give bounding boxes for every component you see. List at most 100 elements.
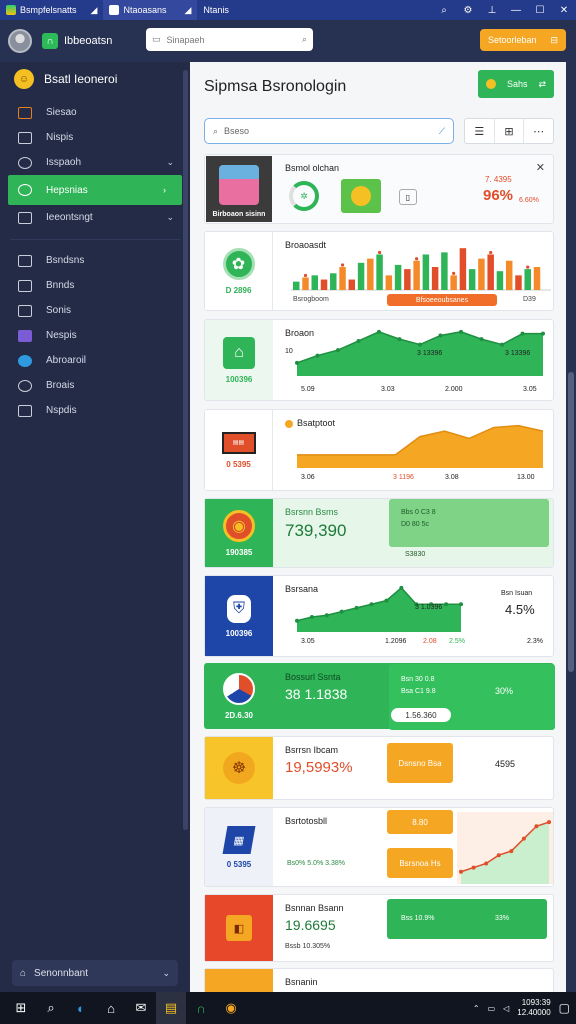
bar (524, 269, 531, 290)
sidebar-item-7[interactable]: Bnnds (0, 273, 190, 298)
orange-pill[interactable]: 8.80 (387, 810, 453, 834)
search-icon[interactable]: ⌕ (302, 34, 307, 45)
view-toggle: ☰ ⊞ ⋯ (464, 118, 554, 144)
card-2[interactable]: ✿ D 2896 Broaoasdt Bsrogboom Bfsoeeoubsa… (204, 231, 554, 311)
data-point (444, 602, 449, 607)
pin-icon[interactable]: ⊥ (480, 0, 504, 20)
more-icon[interactable]: ⋯ (524, 119, 553, 143)
card-10[interactable]: ◧ Bsnnan Bsann 19.6695 Bssb 10.305% Bss … (204, 894, 554, 962)
puzzle-icon (18, 329, 32, 342)
window-tab-2[interactable]: Ntaoasans ◢ (103, 0, 198, 20)
card-title: Bsnanin (285, 977, 318, 987)
stat-label: Bsn Isuan (501, 590, 533, 597)
card-5[interactable]: ◉ 190385 Bsrsnn Bsms 739,390 Bbs 0 C3 8 … (204, 498, 554, 568)
sidebar-item-label: Nspdis (46, 405, 77, 416)
sidebar-item-12[interactable]: Nspdis (0, 398, 190, 423)
windows-start-icon[interactable]: ⊞ (6, 992, 36, 1024)
grid-view-icon[interactable]: ⊞ (495, 119, 525, 143)
app-icon[interactable]: ∩ (186, 992, 216, 1024)
app-header: ∩ Ibbeoatsn ▭ Sinapaeh ⌕ Setoorleban ⊟ (0, 20, 576, 62)
bar (404, 269, 411, 290)
sidebar-item-2[interactable]: Nispis (0, 125, 190, 150)
sidebar-scrollbar[interactable] (183, 70, 188, 830)
orange-pill[interactable]: Dsnsno Bsa (387, 743, 453, 783)
info-box-footer: S3830 (405, 551, 426, 558)
bookmark-icon (18, 211, 32, 224)
card-11[interactable]: Bsnanin (204, 968, 554, 992)
maximize-button[interactable]: ☐ (528, 0, 552, 20)
network-icon[interactable]: ▭ (488, 1004, 496, 1013)
bar (311, 275, 318, 290)
settings-icon[interactable]: ⚙ (456, 0, 480, 20)
x-tick: 1.2096 (385, 638, 407, 645)
emblem-icon: ◧ (226, 915, 252, 941)
files-icon[interactable]: ▤ (156, 992, 186, 1024)
bar (413, 260, 420, 290)
list-view-icon[interactable]: ☰ (465, 119, 495, 143)
window-tab-1[interactable]: Bsmpfelsnatts ◢ (0, 0, 103, 20)
chevron-up-icon[interactable]: ⌃ (473, 1004, 480, 1013)
sidebar-item-5[interactable]: Ieeontsngt ⌄ (0, 205, 190, 230)
notification-icon[interactable]: ▢ (559, 1001, 570, 1015)
card-7[interactable]: 2D.6.30 Bossurl Ssnta 38 1.1838 Bsn 30 0… (204, 663, 555, 730)
sidebar-footer-button[interactable]: ⌂ Senonnbant ⌄ (12, 960, 178, 986)
sidebar-item-10[interactable]: Abroaroil (0, 348, 190, 373)
orange-pill[interactable]: Bsrsnoa Hs (387, 848, 453, 878)
building-icon: ⌂ (223, 336, 255, 369)
sidebar-item-6[interactable]: Bsndsns (0, 248, 190, 273)
minimize-button[interactable]: — (504, 0, 528, 20)
search-icon[interactable]: ⌕ (36, 992, 66, 1024)
image-icon: ▭ (152, 34, 161, 44)
chevron-right-icon[interactable]: › (163, 185, 166, 195)
card-thumbnail: 2D.6.30 (205, 664, 273, 728)
close-icon[interactable]: ✕ (536, 161, 545, 174)
sidebar-divider (10, 230, 180, 240)
export-button[interactable]: Sahs ⇄ (478, 70, 554, 98)
sidebar-item-3[interactable]: Isspaoh ⌄ (0, 150, 190, 175)
sidebar-item-9[interactable]: Nespis (0, 323, 190, 348)
data-point (384, 598, 389, 603)
header-primary-label: Setoorleban (488, 35, 537, 45)
card-6[interactable]: ⛨ 100396 Bsrsana 3 1.0396 Bsn Isuan 4.5%… (204, 575, 554, 657)
search-icon[interactable]: ⌕ (432, 0, 456, 20)
header-search-input[interactable]: ▭ Sinapaeh ⌕ (146, 28, 313, 51)
data-point (369, 602, 374, 607)
tag-icon (18, 404, 32, 417)
sidebar-item-4[interactable]: Hepsnias › (8, 175, 182, 205)
card-thumbnail: ✿ D 2896 (205, 232, 273, 310)
card-4[interactable]: ▤▤ 0 5395 Bsatptoot 3.06 3 1196 3.08 13.… (204, 409, 554, 491)
sidebar-item-11[interactable]: Broais (0, 373, 190, 398)
close-button[interactable]: ✕ (552, 0, 576, 20)
avatar[interactable] (8, 29, 32, 53)
store-icon[interactable]: ⌂ (96, 992, 126, 1024)
volume-icon[interactable]: ◁ (503, 1004, 509, 1013)
card-thumbnail: ◉ 190385 (205, 499, 273, 567)
bar (394, 264, 402, 290)
card-8[interactable]: ☸ Bsrrsn Ibcam 19,5993% Dsnsno Bsa 4595 (204, 736, 554, 800)
card-1[interactable]: Birboaon sisinn Bsmol olchan ✲ ▯ 7. 4395… (204, 154, 554, 224)
info-box-line: 33% (495, 915, 510, 922)
clock[interactable]: 1093:39 12.40000 (517, 998, 550, 1018)
chrome-icon[interactable]: ◉ (216, 992, 246, 1024)
scrollbar-thumb[interactable] (568, 372, 574, 672)
data-point (459, 869, 463, 874)
window-tab-3[interactable]: Ntanis (197, 0, 235, 20)
search-input[interactable]: ⌕ Bseso ⟋ (204, 118, 454, 144)
stat-change: 7. 4395 (485, 175, 512, 184)
card-thumbnail: ▦ 0 5395 (205, 808, 273, 886)
pin-icon: ◢ (90, 4, 98, 15)
chevron-down-icon[interactable]: ⌄ (166, 212, 174, 223)
header-primary-button[interactable]: Setoorleban ⊟ (480, 29, 566, 51)
data-point (399, 585, 404, 590)
data-point (339, 609, 344, 614)
card-9[interactable]: ▦ 0 5395 Bsrtotosbll Bs0% 5.0% 3.38% 8.8… (204, 807, 554, 887)
sidebar-item-1[interactable]: Siesao (0, 100, 190, 125)
main-scrollbar[interactable] (566, 62, 576, 992)
card-3[interactable]: ⌂ 100396 Broaon 10 3 13396 3 13396 5.09 … (204, 319, 554, 401)
sidebar-item-8[interactable]: Sonis (0, 298, 190, 323)
mail-icon[interactable]: ✉ (126, 992, 156, 1024)
chevron-down-icon[interactable]: ⌄ (166, 157, 174, 168)
lock-icon[interactable]: ▯ (399, 189, 417, 205)
edge-icon[interactable]: ◐ (66, 992, 96, 1024)
chart-x-label: Bsrogboom (293, 296, 329, 303)
